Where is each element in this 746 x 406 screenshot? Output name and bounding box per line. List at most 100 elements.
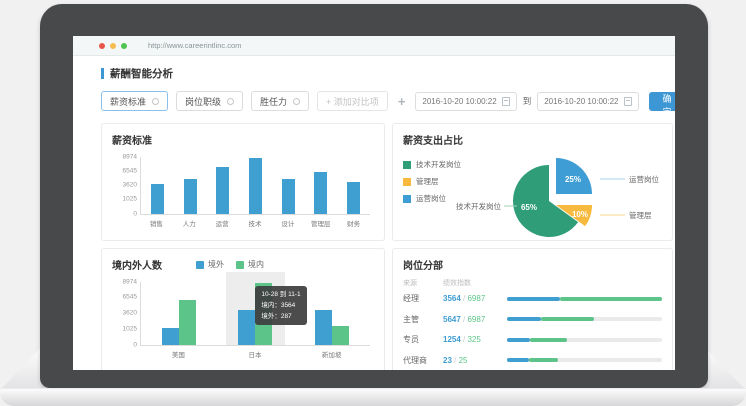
overseas-bar[interactable] xyxy=(238,310,255,345)
salary-bar[interactable] xyxy=(151,184,164,214)
pie-legend: 技术开发岗位 管理层 运营岗位 xyxy=(403,159,461,210)
x-axis-label: 技术 xyxy=(239,218,272,228)
column-header-source: 来源 xyxy=(403,278,443,288)
traffic-light-close[interactable] xyxy=(99,43,105,49)
laptop-mockup: http://www.careerintlinc.com 薪酬智能分析 薪资标准… xyxy=(0,0,746,406)
card-title: 岗位分部 xyxy=(403,257,662,272)
y-axis-tick: 0 xyxy=(133,211,137,218)
value-secondary: 6987 xyxy=(467,294,485,303)
circle-icon[interactable] xyxy=(227,98,234,105)
traffic-light-maximize[interactable] xyxy=(121,43,127,49)
value-secondary: 325 xyxy=(467,335,480,344)
overseas-bar[interactable] xyxy=(315,310,332,345)
traffic-light-minimize[interactable] xyxy=(110,43,116,49)
x-axis-label: 新加坡 xyxy=(293,349,370,359)
browser-bar: http://www.careerintlinc.com xyxy=(73,36,675,56)
column-header-index: 绩效指数 xyxy=(443,278,505,288)
row-label: 代理商 xyxy=(403,355,443,366)
date-to-input[interactable]: 2016-10-20 10:00:22 xyxy=(537,92,638,111)
value-primary: 5647 xyxy=(443,315,461,324)
bar-slot xyxy=(141,157,174,214)
y-axis-tick: 8974 xyxy=(123,279,137,286)
table-row: 经理3564 / 6987 xyxy=(403,293,662,304)
date-range-to-label: 到 xyxy=(523,95,532,107)
y-axis-tick: 3620 xyxy=(123,182,137,189)
circle-icon[interactable] xyxy=(152,98,159,105)
bar-group xyxy=(162,282,196,345)
plus-icon[interactable]: + xyxy=(398,94,406,109)
card-salary-expense-ratio: 薪资支出占比 技术开发岗位 管理层 xyxy=(392,123,673,241)
calendar-icon[interactable] xyxy=(624,97,632,106)
bar-slot xyxy=(272,157,305,214)
legend-item[interactable]: 境外 xyxy=(196,259,224,270)
progress-blue xyxy=(507,317,541,321)
salary-bar[interactable] xyxy=(347,182,360,214)
legend-label: 境内 xyxy=(248,259,264,270)
salary-bar[interactable] xyxy=(216,167,229,214)
row-values: 23 / 25 xyxy=(443,356,505,365)
pie-pct-tech: 65% xyxy=(521,203,537,212)
bar-slot xyxy=(239,157,272,214)
progress-track xyxy=(507,297,662,301)
value-separator: / xyxy=(452,356,459,365)
date-from-value: 2016-10-20 10:00:22 xyxy=(422,97,496,106)
progress-track xyxy=(507,317,662,321)
y-axis-tick: 1025 xyxy=(123,197,137,204)
tooltip-line: 境外：287 xyxy=(261,311,300,322)
confirm-button[interactable]: 确定 xyxy=(649,92,675,111)
x-axis-label: 销售 xyxy=(140,218,173,228)
pie-chart-area: 技术开发岗位 管理层 运营岗位 xyxy=(403,149,662,243)
row-values: 5647 / 6987 xyxy=(443,315,505,324)
bar-slot xyxy=(337,157,370,214)
x-axis-label: 管理层 xyxy=(304,218,337,228)
progress-track xyxy=(507,358,662,362)
filter-chip-1[interactable]: 薪资标准 xyxy=(101,91,168,111)
row-label: 经理 xyxy=(403,293,443,304)
row-label: 专员 xyxy=(403,334,443,345)
card-title: 薪资标准 xyxy=(112,132,374,147)
card-header: 境内外人数 境外境内 xyxy=(112,257,374,272)
page-title: 薪酬智能分析 xyxy=(110,66,173,81)
table-body: 经理3564 / 6987 主管5647 / 6987 专员1254 / 325 代理… xyxy=(403,293,662,370)
domestic-bar[interactable] xyxy=(332,326,349,345)
y-axis-tick: 6545 xyxy=(123,168,137,175)
legend-item-tech[interactable]: 技术开发岗位 xyxy=(403,159,461,170)
legend-item-ops[interactable]: 运营岗位 xyxy=(403,193,461,204)
legend-item-mgmt[interactable]: 管理层 xyxy=(403,176,461,187)
legend-swatch xyxy=(403,178,411,186)
x-axis-label: 运营 xyxy=(206,218,239,228)
row-values: 1254 / 325 xyxy=(443,335,505,344)
page-header: 薪酬智能分析 xyxy=(101,66,649,81)
salary-bar[interactable] xyxy=(249,158,262,214)
address-bar[interactable]: http://www.careerintlinc.com xyxy=(148,41,241,50)
legend-swatch xyxy=(403,161,411,169)
filter-row: 薪资标准 岗位职级 胜任力 + 添加对比项 + 2016-10-20 10:00:2… xyxy=(101,91,649,111)
filter-chip-label: 岗位职级 xyxy=(185,95,221,108)
add-comparison-button[interactable]: + 添加对比项 xyxy=(317,91,388,111)
row-values: 3564 / 6987 xyxy=(443,294,505,303)
progress-green xyxy=(530,338,567,342)
salary-bar[interactable] xyxy=(184,179,197,214)
overseas-bar[interactable] xyxy=(162,328,179,345)
x-axis-labels: 美国日本新加坡 xyxy=(140,349,370,359)
filter-chip-3[interactable]: 胜任力 xyxy=(251,91,309,111)
domestic-bar[interactable] xyxy=(179,300,196,345)
table-row: 代理商23 / 25 xyxy=(403,355,662,366)
x-axis-label: 美国 xyxy=(140,349,217,359)
legend-item[interactable]: 境内 xyxy=(236,259,264,270)
calendar-icon[interactable] xyxy=(502,97,510,106)
value-secondary: 25 xyxy=(459,356,468,365)
filter-chip-2[interactable]: 岗位职级 xyxy=(176,91,243,111)
progress-blue xyxy=(507,358,529,362)
date-from-input[interactable]: 2016-10-20 10:00:22 xyxy=(415,92,516,111)
table-row: 主管5647 / 6987 xyxy=(403,314,662,325)
progress-green xyxy=(560,297,662,301)
salary-bar[interactable] xyxy=(314,172,327,214)
bar-group xyxy=(315,282,349,345)
add-comparison-label: + 添加对比项 xyxy=(326,95,379,108)
progress-green xyxy=(529,358,558,362)
bar-slot xyxy=(206,157,239,214)
title-accent-bar xyxy=(101,68,104,79)
salary-bar[interactable] xyxy=(282,179,295,214)
circle-icon[interactable] xyxy=(293,98,300,105)
